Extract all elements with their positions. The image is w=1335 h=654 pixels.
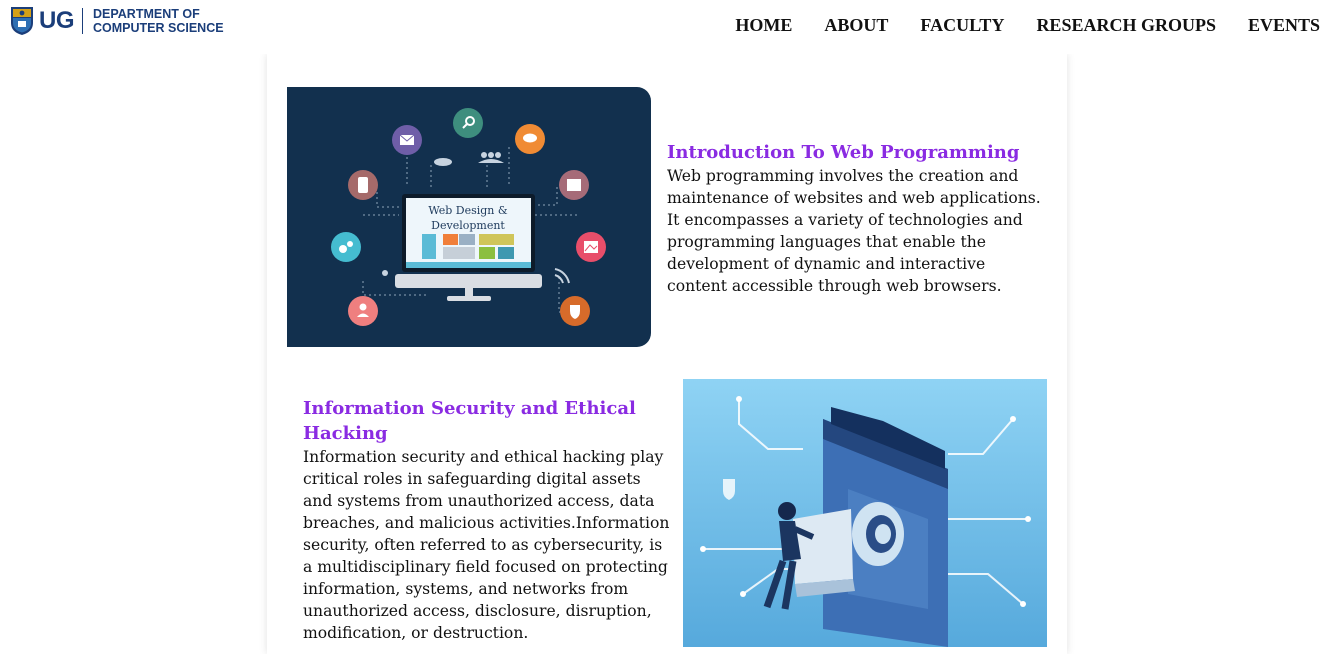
nav-research-groups[interactable]: RESEARCH GROUPS bbox=[1036, 15, 1216, 36]
course-information-security: Information Security and Ethical Hacking… bbox=[303, 396, 673, 644]
nav-home[interactable]: HOME bbox=[735, 15, 792, 36]
course-title: Information Security and Ethical Hacking bbox=[303, 398, 636, 444]
nav-about[interactable]: ABOUT bbox=[824, 15, 888, 36]
image-caption-line-2: Development bbox=[431, 219, 505, 232]
site-logo[interactable]: UG DEPARTMENT OF COMPUTER SCIENCE bbox=[10, 6, 224, 36]
department-name: DEPARTMENT OF COMPUTER SCIENCE bbox=[93, 7, 224, 35]
web-programming-image: Web Design & Development bbox=[287, 87, 651, 347]
nav-faculty[interactable]: FACULTY bbox=[920, 15, 1004, 36]
course-title: Introduction To Web Programming bbox=[667, 142, 1020, 163]
course-web-programming: Introduction To Web Programming Web prog… bbox=[667, 140, 1047, 297]
course-description: Web programming involves the creation an… bbox=[667, 167, 1041, 295]
university-crest-icon bbox=[11, 7, 33, 35]
main-nav: HOME ABOUT FACULTY RESEARCH GROUPS EVENT… bbox=[735, 15, 1320, 36]
information-security-image bbox=[683, 379, 1047, 647]
image-caption-line-1: Web Design & bbox=[428, 204, 508, 217]
course-description: Information security and ethical hacking… bbox=[303, 448, 670, 642]
nav-events[interactable]: EVENTS bbox=[1248, 15, 1320, 36]
dept-line-2: COMPUTER SCIENCE bbox=[93, 21, 224, 35]
logo-divider bbox=[82, 8, 83, 34]
site-header: UG DEPARTMENT OF COMPUTER SCIENCE HOME A… bbox=[0, 0, 1335, 54]
logo-text: UG bbox=[39, 7, 75, 34]
dept-line-1: DEPARTMENT OF bbox=[93, 7, 200, 21]
